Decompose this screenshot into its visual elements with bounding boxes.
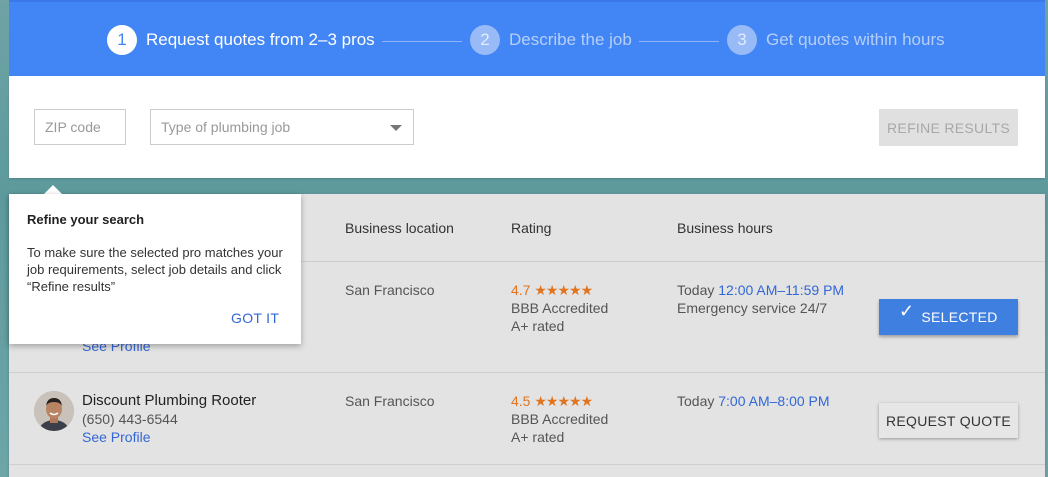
column-header-hours: Business hours [677, 220, 773, 236]
step-1-label: Request quotes from 2–3 pros [146, 30, 375, 49]
table-row: Discount Plumbing Rooter (650) 443-6544 … [9, 372, 1045, 464]
app-frame: 1 Request quotes from 2–3 pros 2 Describ… [9, 0, 1045, 477]
job-type-placeholder: Type of plumbing job [161, 119, 291, 135]
step-1-number: 1 [107, 25, 137, 55]
hours-time: 12:00 AM–11:59 PM [718, 282, 845, 298]
business-name: Discount Plumbing Rooter [82, 392, 257, 409]
zip-code-input[interactable] [34, 109, 126, 145]
star-rating-icon: ★★★★★ [534, 393, 593, 409]
star-rating-icon: ★★★★★ [534, 282, 593, 298]
bbb-grade: A+ rated [511, 318, 565, 334]
hours-note: Emergency service 24/7 [677, 300, 828, 316]
business-phone: (650) 443-6544 [82, 411, 178, 427]
step-2: 2 Describe the job [470, 24, 632, 56]
avatar [34, 391, 74, 431]
check-icon: ✓ [899, 301, 915, 321]
rating-value: 4.7 [511, 282, 531, 298]
selected-button[interactable]: ✓ SELECTED [879, 299, 1018, 335]
rating-value: 4.5 [511, 393, 531, 409]
step-1: 1 Request quotes from 2–3 pros [107, 24, 375, 56]
table-row [9, 464, 1045, 477]
job-type-select[interactable]: Type of plumbing job [150, 109, 414, 145]
chevron-down-icon [390, 125, 402, 131]
step-3: 3 Get quotes within hours [727, 24, 945, 56]
hours-time: 7:00 AM–8:00 PM [718, 393, 830, 409]
tooltip-title: Refine your search [27, 212, 145, 227]
rating-block: 4.5 ★★★★★ BBB Accredited A+ rated [511, 392, 608, 446]
hours-day: Today [677, 282, 715, 298]
selected-label: SELECTED [921, 309, 998, 325]
tooltip-body: To make sure the selected pro matches yo… [27, 245, 283, 294]
refine-tooltip: Refine your search To make sure the sele… [9, 194, 301, 344]
steps-header: 1 Request quotes from 2–3 pros 2 Describ… [9, 0, 1045, 76]
step-2-label: Describe the job [509, 30, 632, 49]
column-header-location: Business location [345, 220, 454, 236]
hours-block: Today 12:00 AM–11:59 PM Emergency servic… [677, 281, 844, 317]
step-2-number: 2 [470, 25, 500, 55]
refine-results-button[interactable]: REFINE RESULTS [879, 109, 1018, 146]
business-location: San Francisco [345, 393, 435, 409]
search-bar: Type of plumbing job REFINE RESULTS [9, 76, 1045, 178]
bbb-accreditation: BBB Accredited [511, 411, 609, 427]
got-it-button[interactable]: GOT IT [231, 310, 279, 326]
see-profile-link[interactable]: See Profile [82, 428, 150, 446]
hours-block: Today 7:00 AM–8:00 PM [677, 392, 830, 410]
column-header-rating: Rating [511, 220, 552, 236]
step-3-number: 3 [727, 25, 757, 55]
bbb-accreditation: BBB Accredited [511, 300, 609, 316]
request-quote-button[interactable]: REQUEST QUOTE [879, 403, 1018, 438]
step-connector [382, 41, 462, 42]
rating-block: 4.7 ★★★★★ BBB Accredited A+ rated [511, 281, 608, 335]
business-location: San Francisco [345, 282, 435, 298]
step-connector [639, 41, 719, 42]
step-3-label: Get quotes within hours [766, 30, 945, 49]
hours-day: Today [677, 393, 715, 409]
bbb-grade: A+ rated [511, 429, 565, 445]
